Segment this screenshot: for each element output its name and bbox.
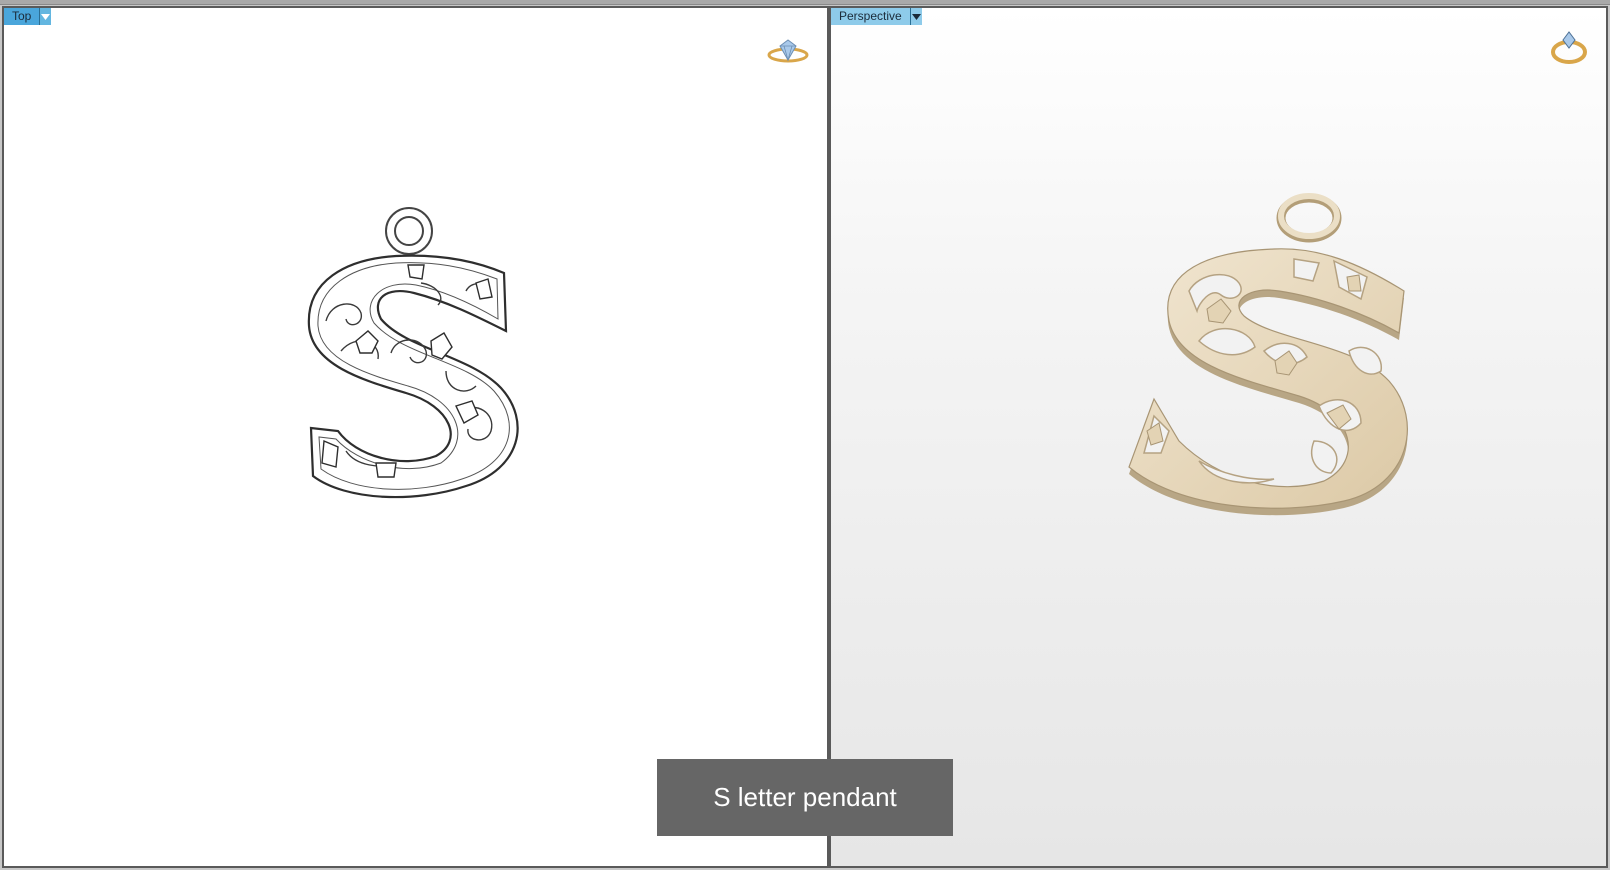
viewport-label-perspective[interactable]: Perspective	[831, 8, 922, 25]
ring-icon	[767, 39, 809, 63]
pendant-wireframe	[307, 207, 519, 499]
chevron-down-icon[interactable]	[909, 8, 922, 25]
caption-banner: S letter pendant	[657, 759, 953, 836]
pendant-3d-render	[1128, 193, 1408, 516]
viewport-label-top[interactable]: Top	[4, 8, 52, 25]
ring-icon	[1551, 31, 1587, 64]
viewport-name-top[interactable]: Top	[4, 8, 40, 25]
viewport-name-perspective[interactable]: Perspective	[831, 8, 910, 25]
window-top-strip	[0, 0, 1610, 5]
perspective-viewport[interactable]: Perspective	[829, 6, 1608, 868]
chevron-down-icon[interactable]	[39, 8, 52, 25]
top-viewport[interactable]: Top	[2, 6, 829, 868]
